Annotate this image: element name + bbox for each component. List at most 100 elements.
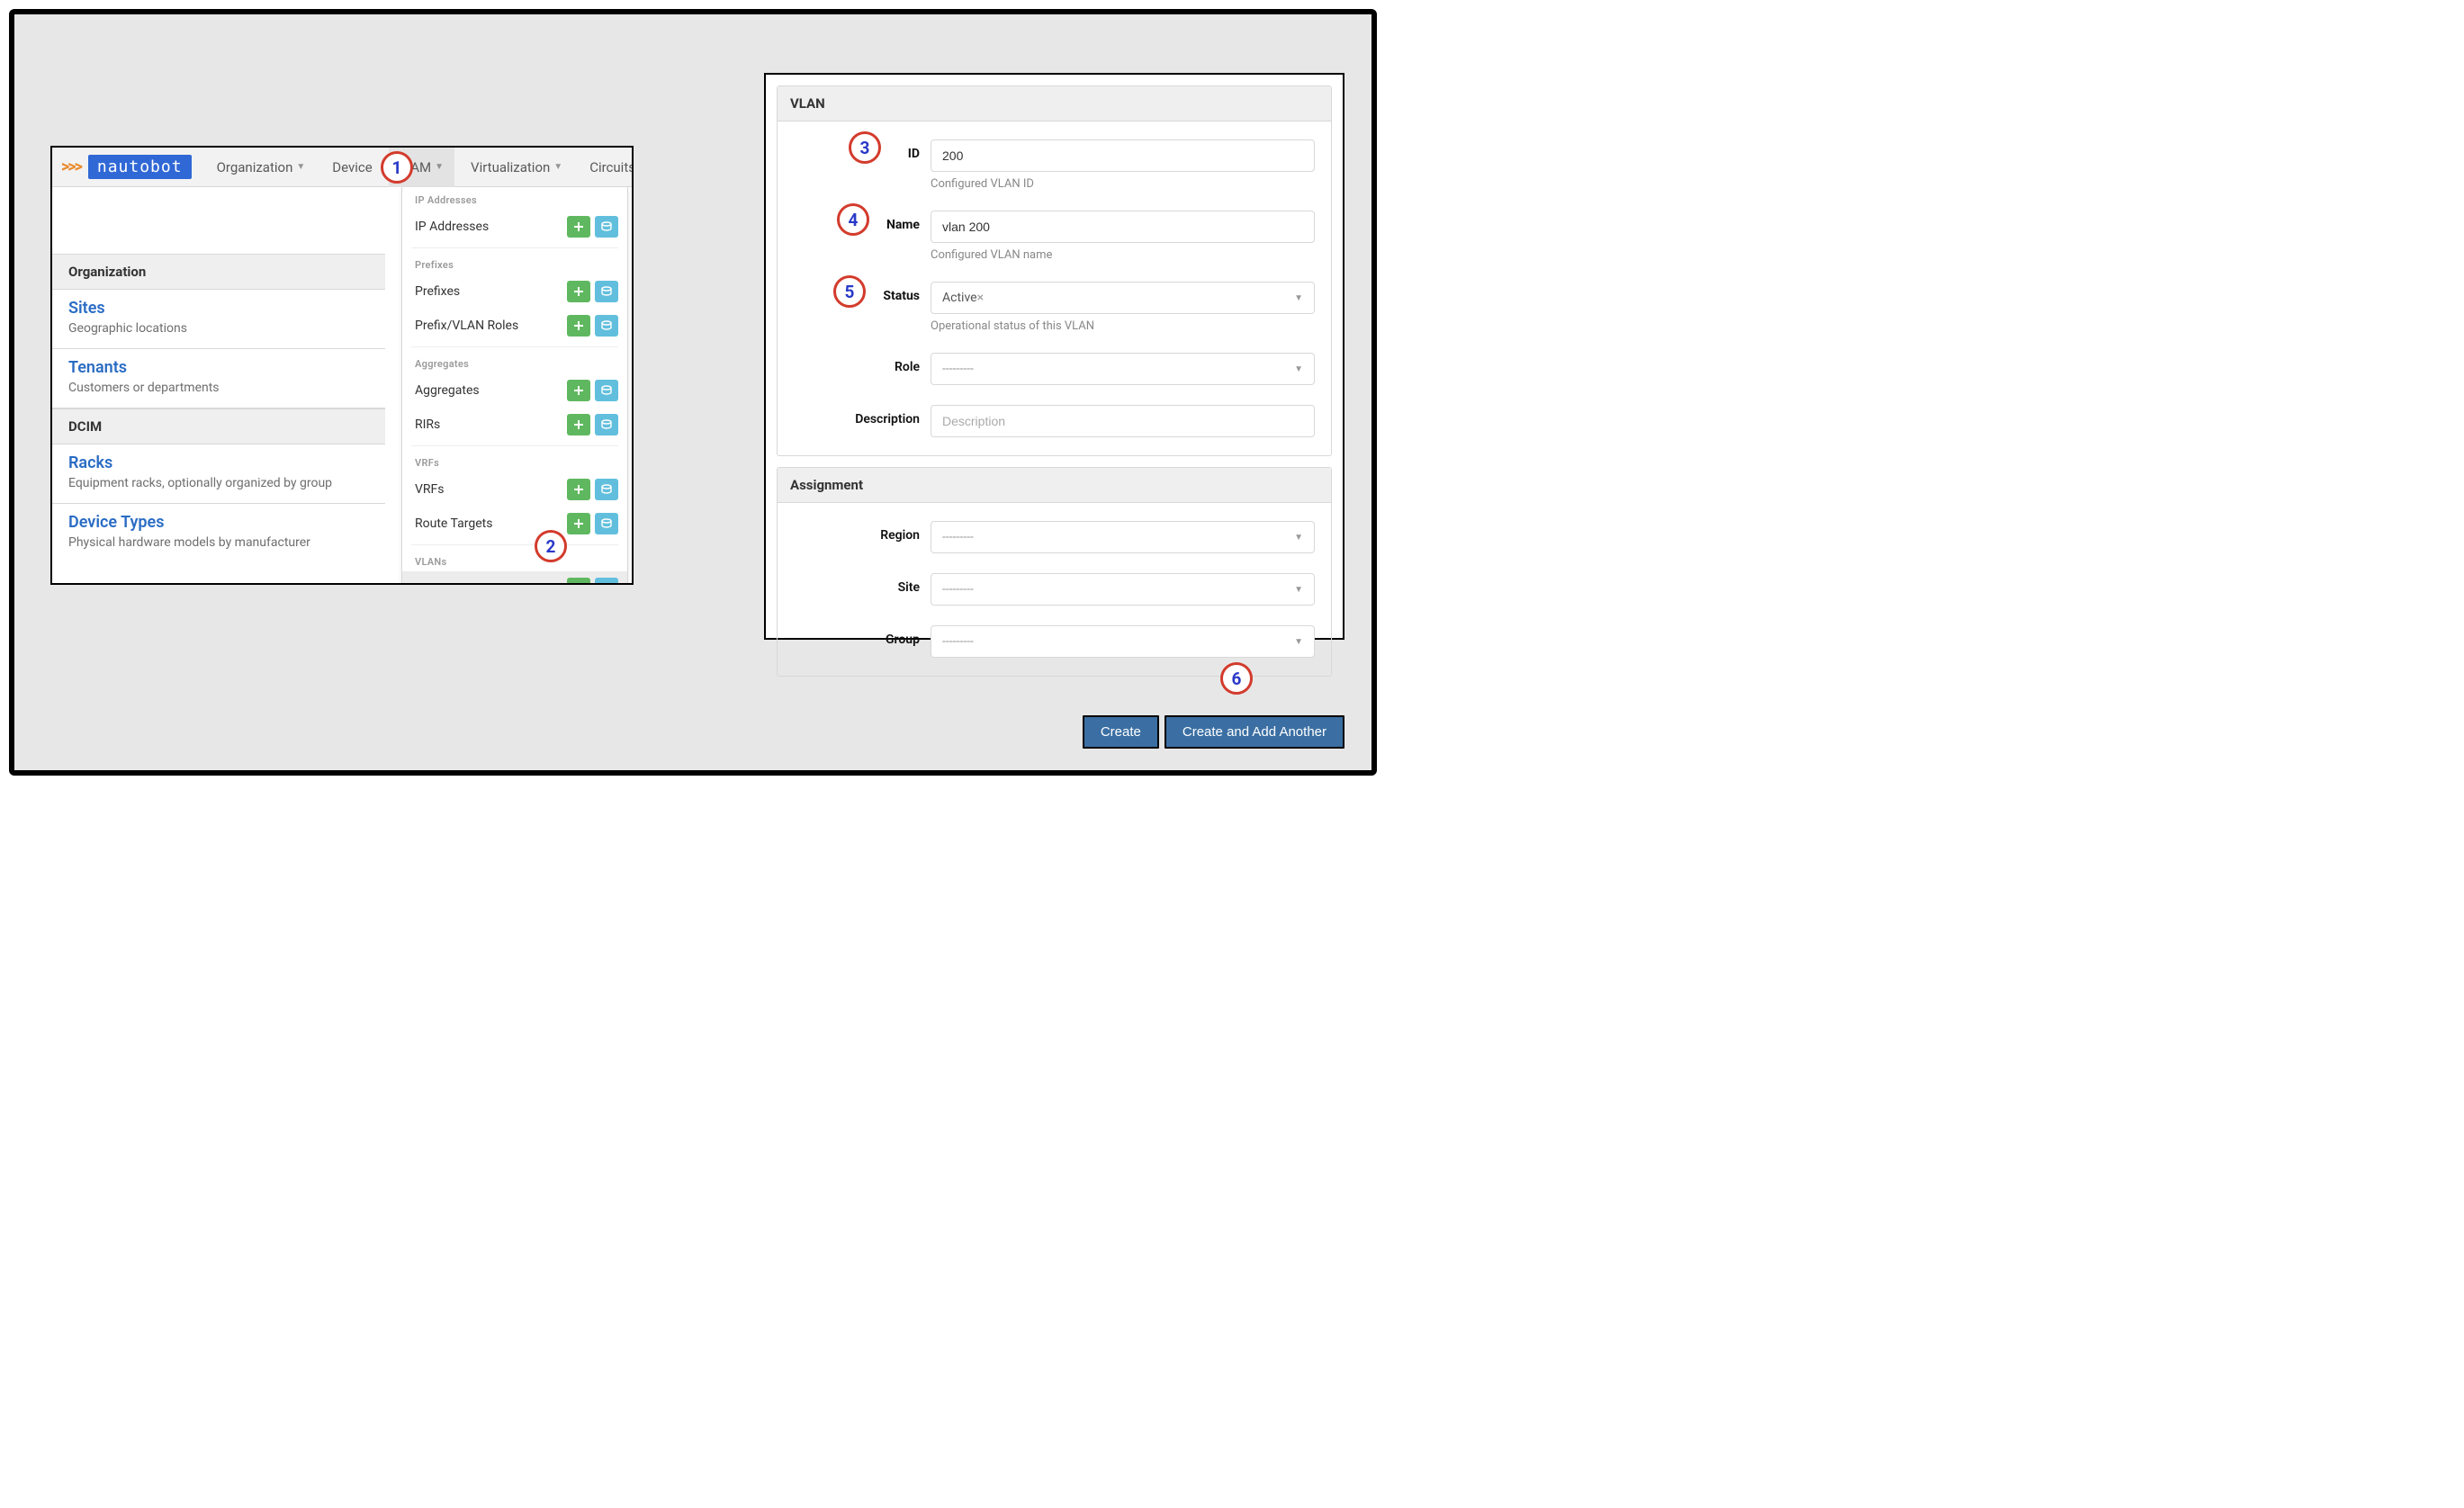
caret-down-icon: ▼ [1294, 364, 1303, 374]
import-icon[interactable] [595, 281, 618, 302]
item-racks[interactable]: Racks Equipment racks, optionally organi… [52, 444, 385, 504]
item-subtitle: Customers or departments [68, 381, 369, 395]
caret-down-icon: ▼ [1294, 533, 1303, 543]
item-device-types[interactable]: Device Types Physical hardware models by… [52, 504, 385, 562]
create-button[interactable]: Create [1083, 715, 1159, 749]
dd-item-prefixes[interactable]: Prefixes [402, 274, 627, 309]
row-description: Description [794, 405, 1315, 437]
input-vlan-id[interactable] [931, 139, 1315, 172]
dd-section-ip-addresses: IP Addresses [402, 187, 627, 210]
add-icon[interactable] [567, 380, 590, 401]
select-status-value: Active [942, 291, 977, 305]
dd-item-rirs[interactable]: RIRs [402, 408, 627, 442]
dd-item-label: Route Targets [415, 516, 492, 531]
import-icon[interactable] [595, 513, 618, 534]
dd-section-prefixes: Prefixes [402, 252, 627, 274]
nav-label: Organization [217, 159, 293, 175]
dd-item-label: Prefix/VLAN Roles [415, 319, 518, 333]
label-description: Description [794, 405, 920, 426]
dd-item-vrfs[interactable]: VRFs [402, 472, 627, 507]
clear-icon[interactable]: × [977, 291, 984, 305]
select-region[interactable]: --------- ▼ [931, 521, 1315, 553]
item-sites[interactable]: Sites Geographic locations [52, 290, 385, 349]
item-title: Sites [68, 299, 369, 318]
item-subtitle: Geographic locations [68, 321, 369, 336]
help-id: Configured VLAN ID [931, 177, 1315, 191]
input-description[interactable] [931, 405, 1315, 437]
import-vlan-icon[interactable] [595, 578, 618, 585]
import-icon[interactable] [595, 380, 618, 401]
dd-item-label: RIRs [415, 417, 440, 432]
caret-down-icon: ▼ [1294, 637, 1303, 647]
dd-section-aggregates: Aggregates [402, 351, 627, 373]
import-icon[interactable] [595, 315, 618, 337]
callout-badge-4: 4 [837, 203, 869, 236]
vlan-section-header: VLAN [778, 86, 1331, 121]
section-organization-header: Organization [52, 254, 385, 290]
dd-item-label: IP Addresses [415, 220, 489, 234]
dd-item-prefix-vlan-roles[interactable]: Prefix/VLAN Roles [402, 309, 627, 343]
label-site: Site [794, 573, 920, 595]
add-icon[interactable] [567, 513, 590, 534]
item-tenants[interactable]: Tenants Customers or departments [52, 349, 385, 408]
caret-down-icon: ▼ [553, 162, 562, 172]
select-role[interactable]: --------- ▼ [931, 353, 1315, 385]
assignment-section: Assignment Region --------- ▼ Site [777, 467, 1332, 677]
label-region: Region [794, 521, 920, 543]
tutorial-frame: >>> nautobot Organization ▼ Device IPAM … [9, 9, 1377, 776]
row-region: Region --------- ▼ [794, 521, 1315, 553]
brand-logo[interactable]: nautobot [88, 155, 192, 179]
vlan-create-form-panel: VLAN ID Configured VLAN ID Name Configur… [764, 73, 1344, 640]
ipam-dropdown: IP Addresses IP Addresses Prefixes Prefi… [401, 187, 628, 585]
import-icon[interactable] [595, 479, 618, 500]
import-icon[interactable] [595, 216, 618, 238]
add-icon[interactable] [567, 216, 590, 238]
nav-circuits[interactable]: Circuits [579, 148, 634, 187]
nav-devices[interactable]: Device [321, 148, 382, 187]
row-group: Group --------- ▼ [794, 625, 1315, 658]
dd-section-vlans: VLANs [402, 549, 627, 571]
caret-down-icon: ▼ [435, 162, 444, 172]
add-vlan-icon[interactable] [567, 578, 590, 585]
dd-section-vrfs: VRFs [402, 450, 627, 472]
section-dcim-header: DCIM [52, 408, 385, 444]
nav-organization[interactable]: Organization ▼ [206, 148, 317, 187]
callout-badge-3: 3 [849, 131, 881, 164]
item-title: Racks [68, 453, 369, 472]
callout-badge-1: 1 [381, 151, 413, 184]
dd-item-route-targets[interactable]: Route Targets [402, 507, 627, 541]
select-site[interactable]: --------- ▼ [931, 573, 1315, 606]
add-icon[interactable] [567, 281, 590, 302]
add-icon[interactable] [567, 414, 590, 435]
row-role: Role --------- ▼ [794, 353, 1315, 385]
dd-item-label: VLANs [415, 581, 454, 585]
help-name: Configured VLAN name [931, 248, 1315, 262]
dd-item-aggregates[interactable]: Aggregates [402, 373, 627, 408]
item-subtitle: Equipment racks, optionally organized by… [68, 476, 369, 490]
dd-item-ip-addresses[interactable]: IP Addresses [402, 210, 627, 244]
select-region-value: --------- [942, 530, 974, 544]
item-title: Tenants [68, 358, 369, 377]
nav-label: Device [332, 159, 372, 175]
input-vlan-name[interactable] [931, 211, 1315, 243]
import-icon[interactable] [595, 414, 618, 435]
select-status[interactable]: Active × ▼ [931, 282, 1315, 314]
dd-item-vlans[interactable]: VLANs [402, 571, 627, 585]
add-icon[interactable] [567, 479, 590, 500]
homepage-sections: Organization Sites Geographic locations … [52, 254, 385, 562]
select-group[interactable]: --------- ▼ [931, 625, 1315, 658]
dd-item-label: Prefixes [415, 284, 460, 299]
create-and-add-another-button[interactable]: Create and Add Another [1165, 715, 1344, 749]
create-button-row: Create Create and Add Another [1083, 715, 1344, 749]
item-subtitle: Physical hardware models by manufacturer [68, 535, 369, 550]
nav-label: Circuits [589, 159, 634, 175]
label-group: Group [794, 625, 920, 647]
assignment-section-header: Assignment [778, 468, 1331, 503]
dd-item-label: VRFs [415, 482, 445, 497]
nav-screenshot-panel: >>> nautobot Organization ▼ Device IPAM … [50, 146, 634, 585]
add-icon[interactable] [567, 315, 590, 337]
nav-virtualization[interactable]: Virtualization ▼ [460, 148, 573, 187]
select-role-value: --------- [942, 362, 974, 376]
select-group-value: --------- [942, 634, 974, 649]
item-title: Device Types [68, 513, 369, 532]
